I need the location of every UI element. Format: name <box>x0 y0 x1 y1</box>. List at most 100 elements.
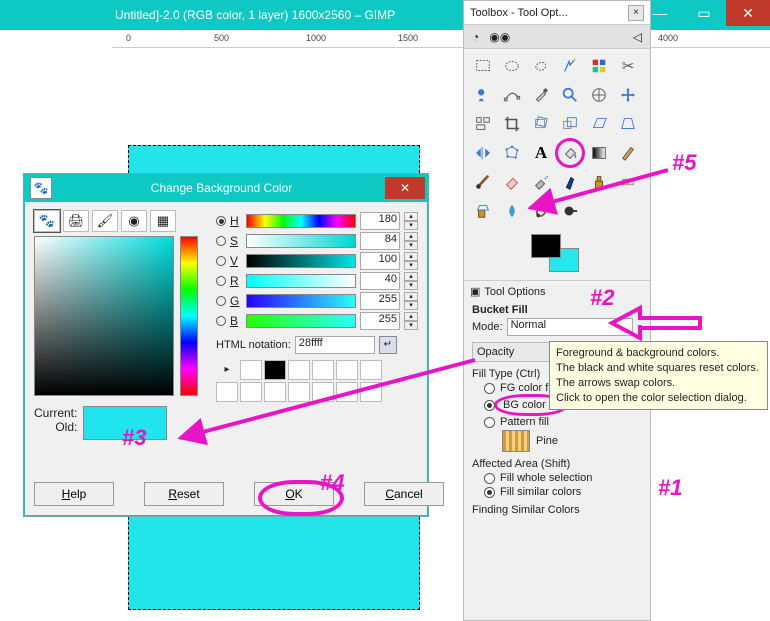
history-swatch[interactable] <box>264 382 286 402</box>
window-close-button[interactable]: ✕ <box>726 0 770 26</box>
channel-value-v[interactable]: 100 <box>360 252 400 270</box>
saturation-value-field[interactable] <box>34 236 174 396</box>
channel-value-g[interactable]: 255 <box>360 292 400 310</box>
channel-spinner[interactable]: ▴▾ <box>404 252 418 270</box>
help-button[interactable]: Help <box>34 482 114 506</box>
palette-selector-tab[interactable]: ▦ <box>150 210 176 232</box>
paths-tool[interactable] <box>499 82 525 108</box>
channel-slider-g[interactable] <box>246 294 356 308</box>
history-swatch[interactable] <box>360 360 382 380</box>
dialog-titlebar[interactable]: 🐾 Change Background Color ✕ <box>24 174 428 202</box>
current-old-swatch[interactable] <box>83 406 167 440</box>
channel-value-s[interactable]: 84 <box>360 232 400 250</box>
channel-radio-g[interactable] <box>216 296 226 306</box>
blur-tool[interactable] <box>499 198 525 224</box>
fuzzy-select-tool[interactable] <box>557 53 583 79</box>
ink-tool[interactable] <box>557 169 583 195</box>
rect-select-tool[interactable] <box>470 53 496 79</box>
channel-spinner[interactable]: ▴▾ <box>404 272 418 290</box>
rotate-tool[interactable] <box>528 111 554 137</box>
reset-button[interactable]: Reset <box>144 482 224 506</box>
history-swatch[interactable] <box>312 360 334 380</box>
history-swatch[interactable] <box>240 360 262 380</box>
ok-button[interactable]: OK <box>254 482 334 506</box>
fg-bg-swatch[interactable] <box>527 232 587 276</box>
heal-tool[interactable] <box>615 169 641 195</box>
measure-tool[interactable] <box>586 82 612 108</box>
history-swatch[interactable] <box>336 360 358 380</box>
history-swatch[interactable] <box>288 382 310 402</box>
mode-dropdown-icon[interactable]: ▾ <box>637 322 642 333</box>
perspective-tool[interactable] <box>615 111 641 137</box>
free-select-tool[interactable] <box>528 53 554 79</box>
perspective-clone-tool[interactable] <box>470 198 496 224</box>
wheel-selector-tab[interactable]: ◉ <box>121 210 147 232</box>
channel-radio-r[interactable] <box>216 276 226 286</box>
toolbox-titlebar[interactable]: Toolbox - Tool Opt... × <box>464 1 650 25</box>
text-tool[interactable]: A <box>528 140 554 166</box>
eraser-tool[interactable] <box>499 169 525 195</box>
scale-tool[interactable] <box>557 111 583 137</box>
history-swatch[interactable] <box>312 382 334 402</box>
bucket-fill-tool[interactable] <box>557 140 583 166</box>
smudge-tool[interactable] <box>528 198 554 224</box>
hue-slider[interactable] <box>180 236 198 396</box>
blend-tool[interactable] <box>586 140 612 166</box>
channel-radio-b[interactable] <box>216 316 226 326</box>
mode-select[interactable]: Normal <box>507 318 634 336</box>
cancel-button[interactable]: Cancel <box>364 482 444 506</box>
zoom-tool[interactable] <box>557 82 583 108</box>
toolbox-close-icon[interactable]: × <box>628 5 644 21</box>
history-swatch[interactable] <box>264 360 286 380</box>
cmyk-selector-tab[interactable]: 🖨 <box>63 210 89 232</box>
watercolor-selector-tab[interactable]: 🖌 <box>92 210 118 232</box>
history-swatch[interactable] <box>288 360 310 380</box>
channel-spinner[interactable]: ▴▾ <box>404 312 418 330</box>
channel-slider-v[interactable] <box>246 254 356 268</box>
channel-spinner[interactable]: ▴▾ <box>404 212 418 230</box>
channel-radio-v[interactable] <box>216 256 226 266</box>
pattern-swatch[interactable] <box>502 430 530 452</box>
by-color-select-tool[interactable] <box>586 53 612 79</box>
html-notation-apply-icon[interactable]: ↵ <box>379 336 397 354</box>
foreground-color-swatch[interactable] <box>531 234 561 258</box>
dialog-close-button[interactable]: ✕ <box>385 177 425 199</box>
shear-tool[interactable] <box>586 111 612 137</box>
html-notation-input[interactable]: 28ffff <box>295 336 375 354</box>
ellipse-select-tool[interactable] <box>499 53 525 79</box>
paintbrush-tool[interactable] <box>470 169 496 195</box>
flip-tool[interactable] <box>470 140 496 166</box>
channel-value-h[interactable]: 180 <box>360 212 400 230</box>
foreground-select-tool[interactable] <box>470 82 496 108</box>
window-maximize-button[interactable]: ▭ <box>682 0 726 26</box>
pattern-fill-option[interactable]: Pattern fill <box>484 416 642 428</box>
channel-radio-h[interactable] <box>216 216 226 226</box>
crop-tool[interactable] <box>499 111 525 137</box>
channel-spinner[interactable]: ▴▾ <box>404 292 418 310</box>
channel-value-r[interactable]: 40 <box>360 272 400 290</box>
dodge-burn-tool[interactable] <box>557 198 583 224</box>
scissors-tool[interactable]: ✂ <box>615 53 641 79</box>
channel-value-b[interactable]: 255 <box>360 312 400 330</box>
tool-options-header[interactable]: ▣ Tool Options <box>464 280 650 302</box>
move-tool[interactable] <box>615 82 641 108</box>
channel-slider-s[interactable] <box>246 234 356 248</box>
history-swatch[interactable] <box>240 382 262 402</box>
history-swatch[interactable] <box>216 382 238 402</box>
airbrush-tool[interactable] <box>528 169 554 195</box>
channel-slider-r[interactable] <box>246 274 356 288</box>
channel-slider-h[interactable] <box>246 214 356 228</box>
channel-radio-s[interactable] <box>216 236 226 246</box>
fill-whole-option[interactable]: Fill whole selection <box>484 472 642 484</box>
clone-tool[interactable] <box>586 169 612 195</box>
channel-slider-b[interactable] <box>246 314 356 328</box>
color-picker-tool[interactable] <box>528 82 554 108</box>
fill-similar-option[interactable]: Fill similar colors <box>484 486 642 498</box>
align-tool[interactable] <box>470 111 496 137</box>
history-swatch[interactable] <box>360 382 382 402</box>
cage-tool[interactable] <box>499 140 525 166</box>
history-swatch[interactable] <box>336 382 358 402</box>
gimp-selector-tab[interactable]: 🐾 <box>34 210 60 232</box>
pencil-tool[interactable] <box>615 140 641 166</box>
channel-spinner[interactable]: ▴▾ <box>404 232 418 250</box>
